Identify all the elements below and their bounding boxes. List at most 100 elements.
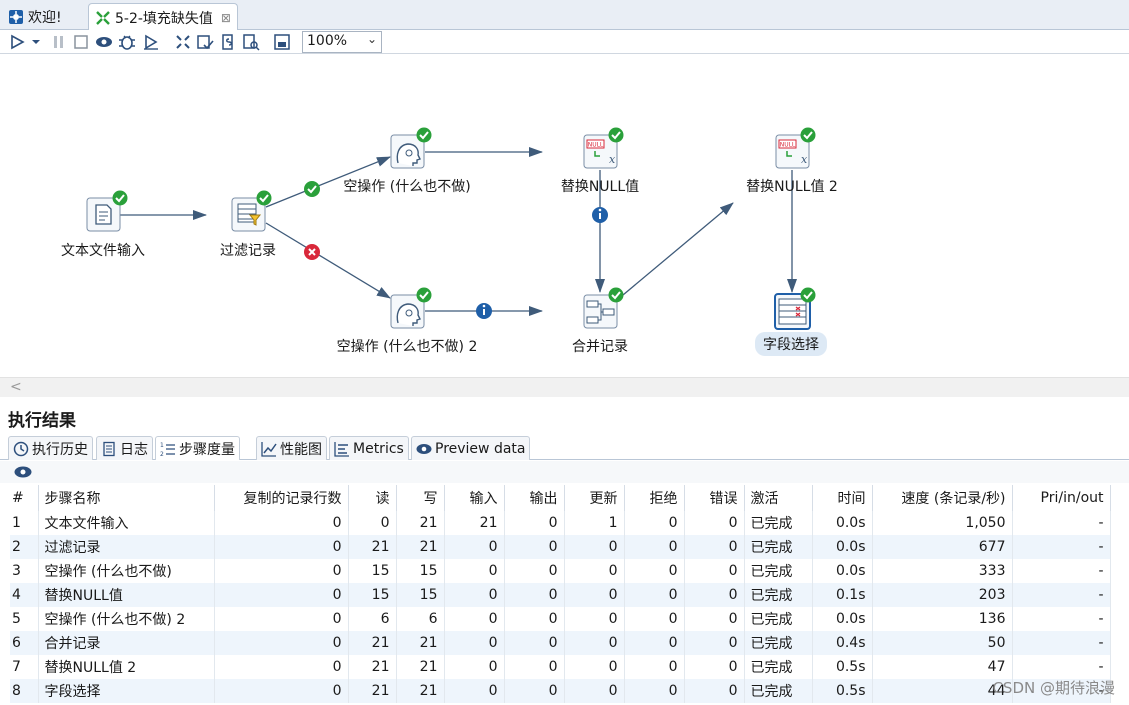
column-header[interactable]: 错误	[684, 485, 745, 511]
zoom-select[interactable]: 100% ⌄	[302, 31, 382, 53]
column-header[interactable]: 写	[396, 485, 445, 511]
eye-icon[interactable]	[14, 465, 32, 479]
step-label-select-values[interactable]: 字段选择	[755, 332, 827, 356]
table-cell: 合并记录	[38, 631, 215, 655]
stop-icon[interactable]	[72, 33, 90, 51]
column-header[interactable]: 输入	[444, 485, 505, 511]
pause-icon[interactable]	[50, 33, 68, 51]
table-cell: 0	[214, 631, 349, 655]
column-header[interactable]: 步骤名称	[38, 485, 215, 511]
table-cell: 21	[444, 511, 505, 535]
step-if-null-2[interactable]: NULL x	[775, 127, 816, 169]
table-cell: 0	[504, 583, 565, 607]
step-if-null-1[interactable]: NULL x	[583, 127, 624, 169]
watermark: CSDN @期待浪漫	[992, 679, 1115, 697]
chevron-down-icon: ⌄	[366, 32, 377, 46]
step-merge-rows[interactable]	[583, 287, 624, 329]
step-label-merge-rows[interactable]: 合并记录	[572, 336, 628, 356]
column-header[interactable]: #	[10, 485, 39, 511]
step-label-if-null-1[interactable]: 替换NULL值	[561, 176, 639, 196]
table-cell: 15	[348, 583, 397, 607]
run-icon[interactable]	[8, 33, 26, 51]
table-cell: -	[1012, 607, 1111, 631]
check-icon	[608, 287, 624, 303]
log-icon	[103, 441, 115, 456]
column-header[interactable]: 读	[348, 485, 397, 511]
hop-line[interactable]	[265, 222, 391, 299]
step-filter-rows[interactable]	[231, 190, 272, 232]
verify-icon[interactable]	[174, 33, 192, 51]
step-text-file-input[interactable]	[86, 190, 128, 232]
show-results-icon[interactable]	[273, 33, 291, 51]
table-row[interactable]: 8 字段选择 0 21 21 0 0 0 0 0 已完成 0.5s 44-	[10, 679, 1111, 703]
transformation-canvas[interactable]: NULL x NULL x 文本文件输入 过滤记录 空操作 (什么也不做) 空操…	[0, 55, 1129, 377]
results-tab-bar: 执行历史 日志 12 步骤度量 性能图 Metrics Preview data	[0, 434, 1129, 460]
step-label-text-file-input[interactable]: 文本文件输入	[61, 240, 145, 260]
column-header[interactable]: 输出	[504, 485, 565, 511]
table-cell: 0.0s	[812, 559, 873, 583]
table-row[interactable]: 7 替换NULL值 2 0 21 21 0 0 0 0 0 已完成 0.5s 47-	[10, 655, 1111, 679]
table-row[interactable]: 2 过滤记录 0 21 21 0 0 0 0 0 已完成 0.0s 677-	[10, 535, 1111, 559]
step-label-filter-rows[interactable]: 过滤记录	[220, 240, 276, 260]
table-row[interactable]: 1 文本文件输入 0 0 21 21 0 1 0 0 已完成 0.0s 1,050-	[10, 511, 1111, 535]
tab-performance-graph[interactable]: 性能图	[256, 436, 327, 460]
run-dropdown-icon[interactable]	[30, 33, 42, 51]
column-header[interactable]: 速度 (条记录/秒)	[872, 485, 1013, 511]
table-cell: 677	[872, 535, 1013, 559]
step-dummy-2[interactable]	[390, 287, 432, 329]
tab-welcome[interactable]: 欢迎!	[2, 4, 68, 30]
check-icon	[800, 287, 816, 303]
tab-execution-history[interactable]: 执行历史	[8, 436, 93, 460]
text-file-input-icon	[95, 204, 112, 225]
debug-icon[interactable]	[118, 33, 136, 51]
table-cell: 0	[564, 655, 625, 679]
table-row[interactable]: 6 合并记录 0 21 21 0 0 0 0 0 已完成 0.4s 50-	[10, 631, 1111, 655]
column-header[interactable]: 更新	[564, 485, 625, 511]
null-badge: NULL	[780, 142, 796, 149]
tab-log[interactable]: 日志	[96, 436, 153, 460]
svg-text:x: x	[609, 153, 616, 166]
column-header[interactable]: 时间	[812, 485, 873, 511]
step-label-dummy-1[interactable]: 空操作 (什么也不做)	[343, 176, 470, 196]
step-label-if-null-2[interactable]: 替换NULL值 2	[746, 176, 838, 196]
table-cell: 0.5s	[812, 655, 873, 679]
table-cell: 0	[504, 535, 565, 559]
table-cell: 21	[348, 655, 397, 679]
hop-line[interactable]	[616, 202, 734, 301]
tab-preview-data[interactable]: Preview data	[411, 436, 531, 460]
tab-metrics[interactable]: Metrics	[329, 436, 409, 460]
sql-icon[interactable]	[219, 33, 237, 51]
close-icon[interactable]: ⊠	[221, 11, 231, 25]
impact-icon[interactable]	[196, 33, 214, 51]
table-cell: 0	[444, 631, 505, 655]
column-header[interactable]: Pri/in/out	[1012, 485, 1111, 511]
explore-db-icon[interactable]	[242, 33, 260, 51]
chevron-left-icon[interactable]: <	[10, 379, 22, 395]
table-row[interactable]: 3 空操作 (什么也不做) 0 15 15 0 0 0 0 0 已完成 0.0s 333-	[10, 559, 1111, 583]
column-header[interactable]: 拒绝	[624, 485, 685, 511]
table-row[interactable]: 4 替换NULL值 0 15 15 0 0 0 0 0 已完成 0.1s 203-	[10, 583, 1111, 607]
replay-icon[interactable]	[142, 33, 160, 51]
step-label-dummy-2[interactable]: 空操作 (什么也不做) 2	[337, 336, 478, 356]
table-cell: 字段选择	[38, 679, 215, 703]
step-dummy-1[interactable]	[390, 127, 432, 169]
canvas-horizontal-scrollbar[interactable]: <	[0, 377, 1129, 397]
column-header[interactable]: 复制的记录行数	[214, 485, 349, 511]
table-row[interactable]: 5 空操作 (什么也不做) 2 0 6 6 0 0 0 0 0 已完成 0.0s 136-	[10, 607, 1111, 631]
table-cell: 8	[10, 679, 39, 703]
preview-icon[interactable]	[95, 33, 113, 51]
table-cell: 5	[10, 607, 39, 631]
table-cell: 0	[624, 679, 685, 703]
tab-step-metrics[interactable]: 12 步骤度量	[155, 436, 240, 460]
column-header[interactable]: 激活	[744, 485, 813, 511]
step-select-values[interactable]	[774, 287, 816, 330]
dummy-icon	[396, 303, 421, 326]
svg-text:1: 1	[160, 442, 164, 449]
tab-transformation[interactable]: 5-2-填充缺失值 ⊠	[88, 3, 238, 31]
table-cell: 0	[684, 679, 745, 703]
table-cell: 0	[348, 511, 397, 535]
table-cell: 0	[214, 655, 349, 679]
table-cell: 21	[396, 679, 445, 703]
step-metrics-table: # 步骤名称 复制的记录行数读写输入 输出 更新 拒绝 错误 激活 时间 速度 (条记录/秒) Pr…	[10, 485, 1111, 703]
table-cell: 已完成	[744, 535, 813, 559]
